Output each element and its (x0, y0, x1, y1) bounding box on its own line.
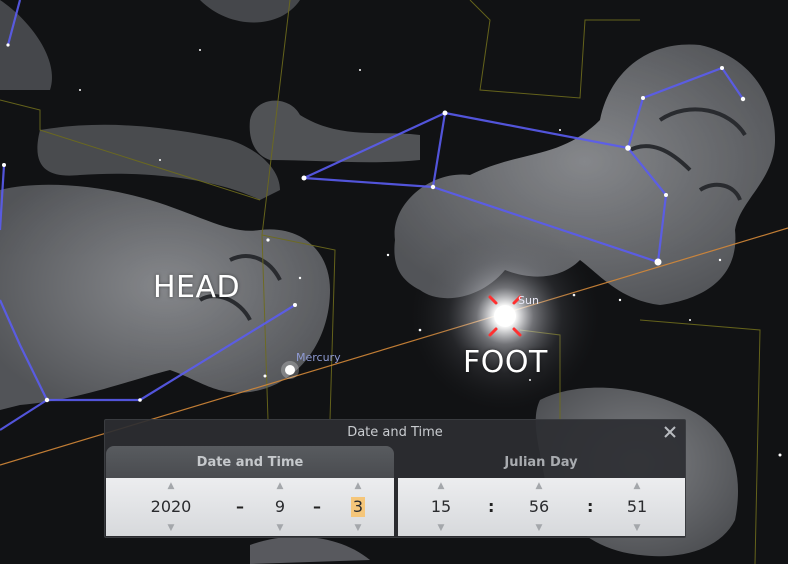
day-spinbox[interactable]: ▲ 3 ▼ (328, 478, 388, 536)
month-spinbox[interactable]: ▲ 9 ▼ (250, 478, 310, 536)
second-spinbox[interactable]: ▲ 51 ▼ (607, 478, 667, 536)
chevron-down-icon[interactable]: ▼ (634, 523, 641, 533)
minute-value[interactable]: 56 (527, 497, 551, 517)
chevron-up-icon[interactable]: ▲ (536, 481, 543, 491)
close-button[interactable] (661, 423, 679, 441)
dialog-titlebar[interactable]: Date and Time (105, 420, 685, 445)
year-value[interactable]: 2020 (149, 497, 194, 517)
mercury-label: Mercury (296, 351, 341, 364)
chevron-up-icon[interactable]: ▲ (168, 481, 175, 491)
time-separator: : (488, 497, 495, 516)
chevron-down-icon[interactable]: ▼ (438, 523, 445, 533)
date-panel: ▲ 2020 ▼ – ▲ 9 ▼ – ▲ 3 ▼ (106, 478, 394, 536)
date-separator: – (313, 497, 321, 516)
chevron-down-icon[interactable]: ▼ (168, 523, 175, 533)
time-panel: ▲ 15 ▼ : ▲ 56 ▼ : ▲ 51 ▼ (398, 478, 685, 536)
time-separator: : (587, 497, 594, 516)
chevron-up-icon[interactable]: ▲ (634, 481, 641, 491)
date-separator: – (236, 497, 244, 516)
close-icon (664, 426, 676, 438)
sun-label: Sun (518, 294, 539, 307)
hour-value[interactable]: 15 (429, 497, 453, 517)
dialog-title: Date and Time (347, 425, 443, 440)
second-value[interactable]: 51 (625, 497, 649, 517)
chevron-down-icon[interactable]: ▼ (355, 523, 362, 533)
chevron-down-icon[interactable]: ▼ (277, 523, 284, 533)
chevron-down-icon[interactable]: ▼ (536, 523, 543, 533)
month-value[interactable]: 9 (273, 497, 287, 517)
foot-annotation: FOOT (463, 345, 548, 380)
year-spinbox[interactable]: ▲ 2020 ▼ (141, 478, 201, 536)
date-time-dialog: Date and Time Date and Time Julian Day ▲… (104, 419, 686, 538)
sun-icon (494, 305, 516, 327)
minute-spinbox[interactable]: ▲ 56 ▼ (509, 478, 569, 536)
tab-date-and-time[interactable]: Date and Time (106, 446, 394, 478)
head-annotation: HEAD (153, 270, 241, 305)
chevron-up-icon[interactable]: ▲ (355, 481, 362, 491)
hour-spinbox[interactable]: ▲ 15 ▼ (411, 478, 471, 536)
day-value[interactable]: 3 (350, 497, 366, 517)
tab-julian-day[interactable]: Julian Day (397, 446, 685, 478)
chevron-up-icon[interactable]: ▲ (277, 481, 284, 491)
chevron-up-icon[interactable]: ▲ (438, 481, 445, 491)
